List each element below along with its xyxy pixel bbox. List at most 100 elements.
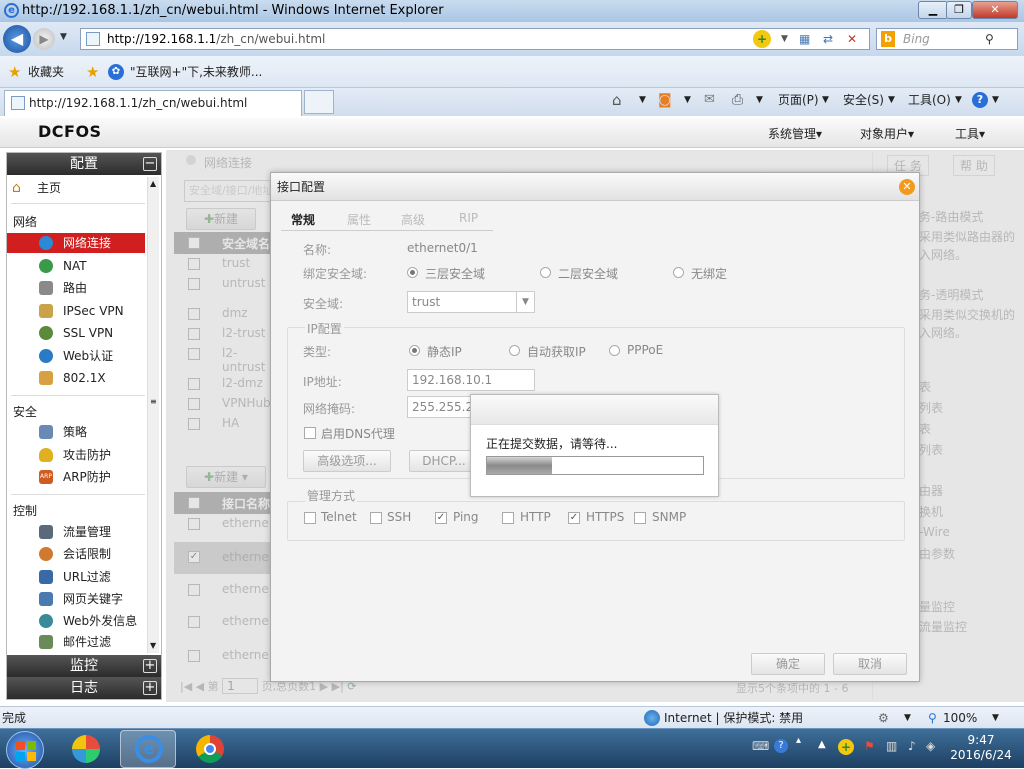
dialog-titlebar[interactable]: 接口配置 ✕ (271, 173, 919, 201)
sidebar-item-keyword[interactable]: 网页关键字 (7, 589, 145, 609)
sidebar-item-arp-defense[interactable]: ARP ARP防护 (7, 467, 145, 487)
stop-icon[interactable]: ✕ (847, 29, 857, 49)
help-dropdown-icon[interactable]: ▼ (992, 88, 999, 112)
log-section-header[interactable]: 日志 + (7, 677, 161, 699)
close-window-button[interactable]: ✕ (972, 1, 1018, 19)
sidebar-item-route[interactable]: 路由 (7, 278, 145, 298)
favorites-label[interactable]: 收藏夹 (28, 56, 64, 88)
safety-menu[interactable]: 安全(S) (843, 88, 884, 112)
ok-button[interactable]: 确定 (751, 653, 825, 675)
tray-overflow-icon[interactable]: ▴ (796, 735, 801, 746)
snmp-checkbox[interactable] (634, 512, 646, 524)
sidebar-item-mail-filter[interactable]: 邮件过滤 (7, 632, 145, 652)
radio-dhcp-ip[interactable] (509, 345, 520, 356)
taskbar-clock[interactable]: 9:47 2016/6/24 (944, 733, 1018, 763)
tab-rip[interactable]: RIP (459, 211, 478, 225)
expand-icon[interactable]: + (143, 681, 157, 695)
sidebar-item-url-filter[interactable]: URL过滤 (7, 567, 145, 587)
address-input[interactable]: http://192.168.1.1/zh_cn/webui.html + ▼ … (80, 28, 870, 50)
sidebar-item-web-outbound[interactable]: Web外发信息 (7, 611, 145, 631)
new-tab-button[interactable] (304, 90, 334, 114)
ip-input[interactable]: 192.168.10.1 (407, 369, 535, 391)
add-favorite-icon[interactable]: ★ (86, 56, 99, 88)
print-icon[interactable]: ⎙ (732, 88, 743, 112)
tab-properties[interactable]: 属性 (347, 211, 371, 228)
collapse-icon[interactable]: − (143, 157, 157, 171)
tray-flag-icon[interactable]: ⚑ (864, 739, 875, 753)
print-dropdown-icon[interactable]: ▼ (756, 88, 763, 112)
favorites-star-icon[interactable]: ★ (8, 56, 21, 88)
tray-arrow-icon[interactable]: ▲ (818, 739, 826, 750)
dns-proxy-checkbox[interactable] (304, 427, 316, 439)
home-dropdown-icon[interactable]: ▼ (639, 88, 646, 112)
tray-misc-icon[interactable]: ◈ (926, 739, 935, 753)
tray-volume-icon[interactable]: ♪ (908, 739, 916, 753)
home-icon[interactable]: ⌂ (612, 88, 622, 112)
radio-l2-zone[interactable] (540, 267, 551, 278)
sidebar-item-session-limit[interactable]: 会话限制 (7, 544, 145, 564)
tray-app-icon[interactable]: + (838, 739, 854, 755)
sidebar-item-home[interactable]: ⌂ 主页 (7, 178, 145, 198)
search-icon[interactable]: ⚲ (985, 29, 994, 49)
taskbar-ie[interactable]: e (120, 730, 176, 768)
sidebar-item-ssl-vpn[interactable]: SSL VPN (7, 323, 145, 343)
config-section-header[interactable]: 配置 − (7, 153, 161, 175)
maximize-button[interactable]: ❐ (946, 1, 972, 19)
tray-network-icon[interactable]: ▥ (886, 739, 897, 753)
zoom-icon[interactable]: ⚲ (928, 707, 937, 729)
cancel-button[interactable]: 取消 (833, 653, 907, 675)
forward-icon[interactable]: ▶ (33, 28, 55, 50)
radio-l3-zone[interactable] (407, 267, 418, 278)
zoom-dropdown-icon[interactable]: ▼ (992, 707, 999, 729)
ssh-checkbox[interactable] (370, 512, 382, 524)
sidebar-item-web-auth[interactable]: Web认证 (7, 346, 145, 366)
minimize-button[interactable]: ▁ (918, 1, 948, 19)
taskbar-chrome[interactable] (182, 730, 238, 768)
dhcp-button[interactable]: DHCP... (409, 450, 479, 472)
http-checkbox[interactable] (502, 512, 514, 524)
monitor-section-header[interactable]: 监控 + (7, 655, 161, 677)
page-menu[interactable]: 页面(P) (778, 88, 819, 112)
security-status-icon[interactable]: ⚙ (878, 707, 889, 729)
tray-help-icon[interactable]: ? (774, 739, 788, 753)
mail-icon[interactable]: ✉ (704, 88, 715, 112)
zone-text[interactable]: Internet | 保护模式: 禁用 (664, 707, 803, 729)
sidebar-item-traffic[interactable]: 流量管理 (7, 522, 145, 542)
compat-icon[interactable]: ▦ (799, 29, 810, 49)
scroll-up-icon[interactable]: ▲ (150, 179, 156, 188)
back-icon[interactable]: ◀ (3, 25, 31, 53)
radio-no-binding[interactable] (673, 267, 684, 278)
zone-select[interactable]: trust ▼ (407, 291, 535, 313)
radio-pppoe[interactable] (609, 345, 620, 356)
search-input[interactable]: b Bing ⚲ (876, 28, 1018, 50)
chevron-down-icon[interactable]: ▼ (516, 292, 534, 312)
sidebar-item-attack-defense[interactable]: 攻击防护 (7, 445, 145, 465)
security-dropdown-icon[interactable]: ▼ (904, 707, 911, 729)
tab-general[interactable]: 常规 (291, 211, 315, 228)
history-dropdown-icon[interactable]: ▼ (60, 32, 67, 42)
tools-menu[interactable]: 工具(O) (908, 88, 951, 112)
sidebar-item-nat[interactable]: NAT (7, 256, 145, 276)
address-dropdown-icon[interactable]: ▼ (781, 29, 788, 49)
sidebar-scrollbar[interactable]: ▲ ≡ ▼ (147, 177, 159, 653)
compat-view-icon[interactable]: + (753, 30, 771, 48)
favorite-link[interactable]: "互联网+"下,未来教师... (130, 56, 262, 88)
scroll-down-icon[interactable]: ▼ (150, 641, 156, 650)
start-button[interactable] (6, 731, 44, 769)
rss-dropdown-icon[interactable]: ▼ (684, 88, 691, 112)
objects-menu[interactable]: 对象用户▾ (860, 125, 914, 142)
tab-advanced[interactable]: 高级 (401, 211, 425, 228)
zoom-level[interactable]: 100% (943, 707, 977, 729)
close-icon[interactable]: ✕ (899, 179, 915, 195)
sidebar-item-network-connection[interactable]: 网络连接 (7, 233, 145, 253)
ping-checkbox[interactable]: ✓ (435, 512, 447, 524)
taskbar-app-manager[interactable] (58, 730, 114, 768)
radio-static-ip[interactable] (409, 345, 420, 356)
system-menu[interactable]: 系统管理▾ (768, 125, 822, 142)
tools-app-menu[interactable]: 工具▾ (955, 125, 985, 142)
rss-icon[interactable]: ◙ (658, 88, 672, 112)
sidebar-item-ipsec-vpn[interactable]: IPSec VPN (7, 301, 145, 321)
https-checkbox[interactable]: ✓ (568, 512, 580, 524)
refresh-icon[interactable]: ⇄ (823, 29, 833, 49)
telnet-checkbox[interactable] (304, 512, 316, 524)
